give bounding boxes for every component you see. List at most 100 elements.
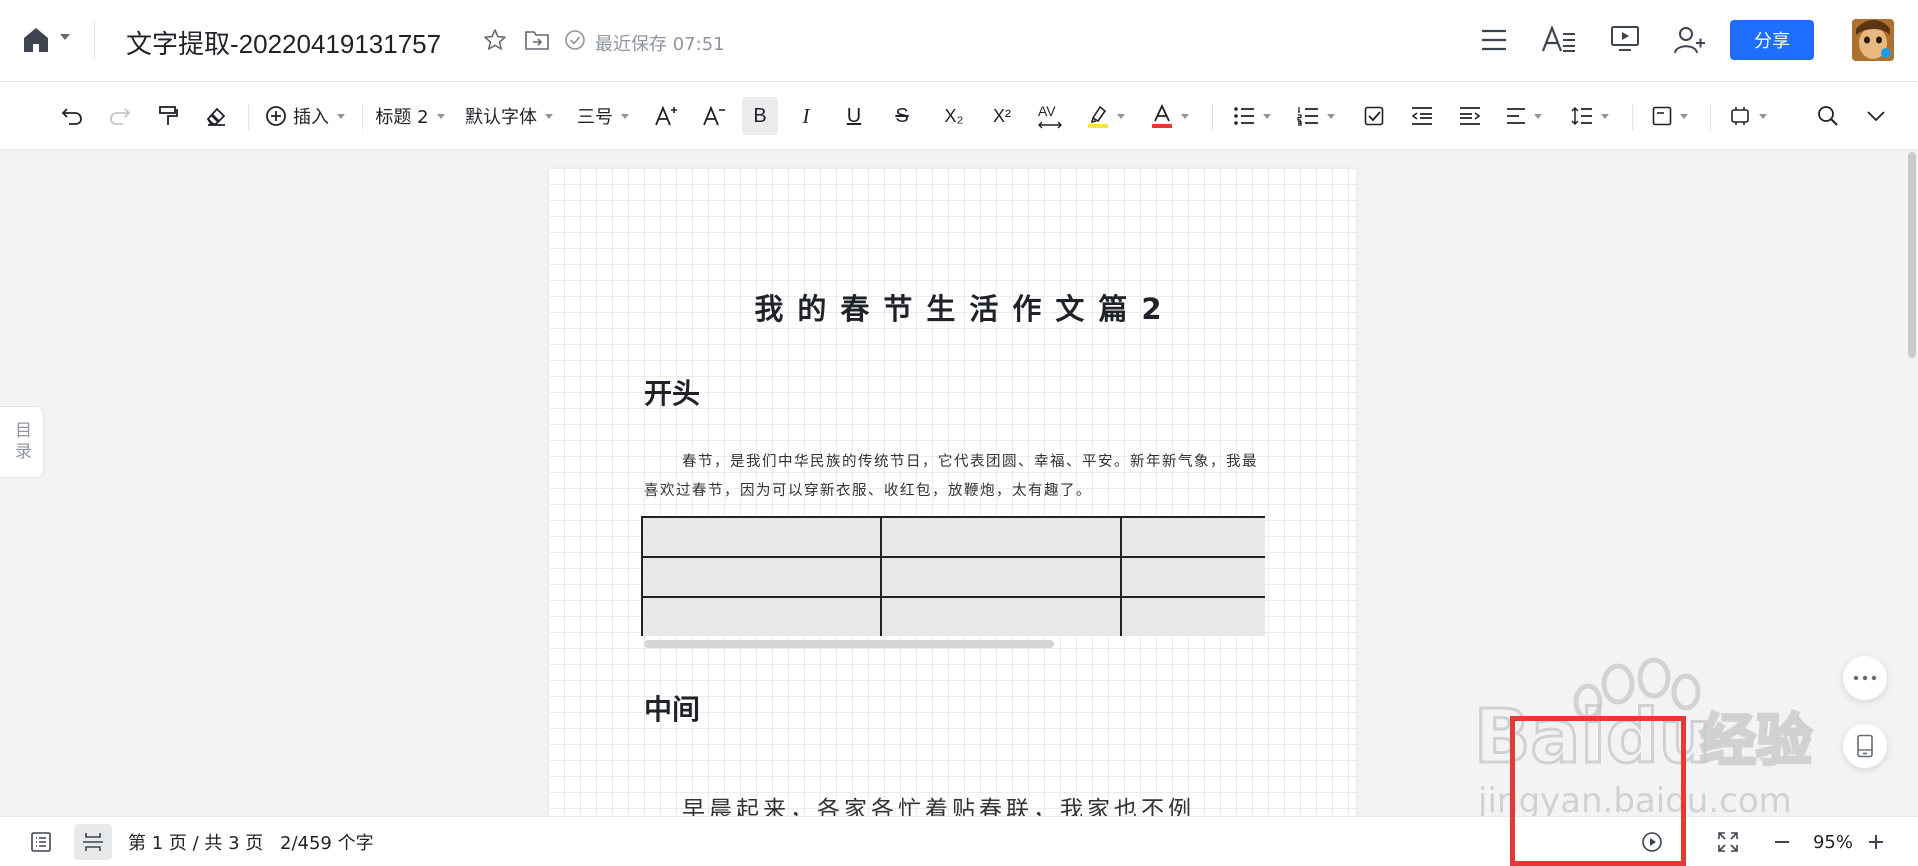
menu-icon[interactable]	[1478, 24, 1510, 56]
divider	[94, 22, 95, 58]
zoom-in-icon[interactable]	[1860, 817, 1892, 866]
search-icon[interactable]	[1812, 82, 1844, 150]
section-heading[interactable]: 开头	[644, 372, 700, 412]
undo-icon[interactable]	[56, 82, 88, 150]
document-heading[interactable]: 我的春节生活作文篇2	[548, 286, 1356, 328]
table-cell[interactable]	[880, 516, 1122, 558]
document-table[interactable]	[641, 516, 1265, 636]
redo-icon[interactable]	[104, 82, 136, 150]
chevron-down-icon	[1601, 113, 1609, 119]
spacing-label: AV	[1038, 103, 1056, 119]
heading-style-value: 标题 2	[375, 107, 429, 128]
mobile-view-button[interactable]	[1843, 724, 1887, 768]
align-left-icon	[1507, 108, 1525, 124]
zoom-out-icon[interactable]	[1766, 817, 1798, 866]
insert-label: 插入	[293, 107, 329, 128]
avatar[interactable]	[1852, 19, 1894, 61]
chevron-down-icon	[1117, 113, 1125, 119]
italic-button[interactable]: I	[790, 82, 822, 150]
table-cell[interactable]	[880, 596, 1122, 636]
numbered-list-button[interactable]	[1292, 82, 1340, 150]
table-cell[interactable]	[641, 596, 883, 636]
numbered-list-icon	[1297, 107, 1318, 126]
paragraph[interactable]: 春节，是我们中华民族的传统节日，它代表团圆、幸福、平安。新年新气象，我最喜欢过春…	[644, 448, 1264, 506]
heading-style-select[interactable]: 标题 2	[372, 82, 448, 150]
format-toolbar: 插入 标题 2 默认字体 三号 B I U S X₂ X² AV	[0, 82, 1918, 150]
document-title[interactable]: 文字提取-20220419131757	[126, 24, 441, 61]
chevron-down-icon	[1327, 113, 1335, 119]
more-options-button[interactable]	[1843, 656, 1887, 700]
decrease-indent-icon[interactable]	[1406, 82, 1438, 150]
increase-indent-icon[interactable]	[1454, 82, 1486, 150]
underline-button[interactable]: U	[838, 82, 870, 150]
toc-label: 目录	[11, 421, 31, 463]
line-spacing-icon	[1571, 106, 1592, 126]
spacing-arrow-icon	[1038, 121, 1062, 129]
decrease-font-icon[interactable]	[698, 82, 730, 150]
subscript-button[interactable]: X₂	[936, 82, 972, 150]
table-cell[interactable]	[1119, 596, 1265, 636]
chevron-down-icon	[1181, 113, 1189, 119]
table-cell[interactable]	[1119, 516, 1265, 558]
zoom-level[interactable]: 95%	[1806, 817, 1860, 866]
saved-check-icon	[564, 29, 586, 51]
font-family-select[interactable]: 默认字体	[460, 82, 558, 150]
page-view-icon[interactable]	[74, 824, 112, 860]
add-collaborator-icon[interactable]	[1672, 22, 1708, 58]
format-painter-icon[interactable]	[152, 82, 184, 150]
strikethrough-button[interactable]: S	[886, 82, 918, 150]
bold-label: B	[742, 97, 778, 135]
line-spacing-select[interactable]	[1566, 82, 1614, 150]
chevron-down-icon	[621, 113, 629, 119]
outline-view-icon[interactable]	[22, 817, 60, 866]
table-scrollbar[interactable]	[644, 640, 1054, 648]
align-select[interactable]	[1500, 82, 1548, 150]
eraser-icon[interactable]	[200, 82, 232, 150]
word-count: 2/459 个字	[280, 833, 374, 854]
home-icon[interactable]	[22, 26, 50, 54]
bullet-list-button[interactable]	[1228, 82, 1276, 150]
chevron-down-icon	[436, 113, 445, 119]
toc-tab[interactable]: 目录	[0, 406, 44, 478]
text-style-icon[interactable]	[1540, 22, 1578, 58]
page-setup-select[interactable]	[1646, 82, 1694, 150]
table-cell[interactable]	[1119, 556, 1265, 598]
bold-button[interactable]: B	[742, 82, 778, 150]
plus-circle-icon	[266, 106, 286, 126]
widget-icon	[1731, 107, 1749, 125]
vertical-scrollbar[interactable]	[1908, 152, 1916, 358]
watermark-suffix: 经验	[1700, 709, 1812, 774]
table-cell[interactable]	[880, 556, 1122, 598]
mobile-icon	[1857, 734, 1873, 758]
chevron-down-icon[interactable]	[60, 34, 70, 40]
page-indicator: 第 1 页 / 共 3 页	[128, 833, 264, 854]
divider	[248, 104, 249, 130]
character-spacing-button[interactable]: AV	[1032, 82, 1068, 150]
star-icon[interactable]	[482, 27, 508, 53]
insert-widget-select[interactable]	[1724, 82, 1772, 150]
font-size-value: 三号	[577, 107, 613, 128]
highlight-color-button[interactable]	[1082, 82, 1130, 150]
share-button[interactable]: 分享	[1730, 20, 1814, 60]
section-heading[interactable]: 中间	[644, 688, 700, 728]
move-to-folder-icon[interactable]	[523, 27, 551, 53]
divider	[362, 104, 363, 130]
font-color-button[interactable]	[1146, 82, 1194, 150]
presentation-icon[interactable]	[1608, 22, 1642, 56]
save-status: 最近保存 07:51	[595, 34, 725, 55]
checklist-icon[interactable]	[1358, 82, 1390, 150]
font-size-select[interactable]: 三号	[570, 82, 636, 150]
table-cell[interactable]	[641, 556, 883, 598]
collapse-toolbar-icon[interactable]	[1860, 82, 1892, 150]
page-layout-icon	[1652, 106, 1672, 126]
insert-menu[interactable]: 插入	[260, 82, 350, 150]
font-color-icon	[1152, 104, 1172, 128]
document-page[interactable]: 我的春节生活作文篇2 开头 春节，是我们中华民族的传统节日，它代表团圆、幸福、平…	[548, 168, 1356, 866]
chevron-down-icon	[337, 113, 345, 119]
superscript-button[interactable]: X²	[984, 82, 1020, 150]
table-cell[interactable]	[641, 516, 883, 558]
fullscreen-icon[interactable]	[1712, 817, 1744, 866]
divider	[1710, 104, 1711, 130]
more-dots-icon	[1853, 675, 1877, 681]
increase-font-icon[interactable]	[650, 82, 682, 150]
